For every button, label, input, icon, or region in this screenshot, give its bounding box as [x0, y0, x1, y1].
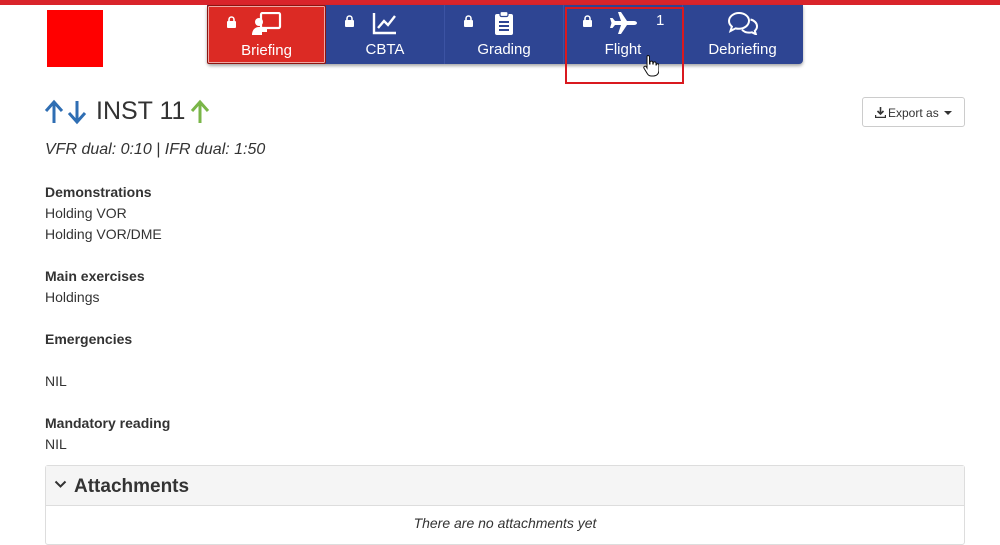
page-title: INST 11 [96, 97, 186, 125]
section-heading-main-exercises: Main exercises [45, 268, 145, 284]
tab-label: CBTA [365, 41, 405, 58]
attachments-panel: Attachments There are no attachments yet [45, 465, 965, 545]
section-heading-emergencies: Emergencies [45, 331, 133, 347]
chart-line-icon [326, 11, 444, 35]
attachments-panel-header[interactable]: Attachments [46, 466, 964, 506]
attachments-title: Attachments [74, 476, 190, 497]
clipboard-icon [445, 11, 563, 35]
tab-grading[interactable]: Grading [445, 5, 564, 64]
tab-briefing[interactable]: Briefing [207, 5, 326, 64]
tab-label: Debriefing [708, 41, 777, 58]
section-heading-mandatory-reading: Mandatory reading [45, 415, 171, 431]
tab-cbta[interactable]: CBTA [326, 5, 445, 64]
lesson-duration: VFR dual: 0:10 | IFR dual: 1:50 [45, 141, 266, 158]
hand-pointer-icon [643, 54, 659, 77]
download-icon [875, 107, 886, 118]
list-item: Holding VOR/DME [45, 226, 162, 242]
tab-label: Briefing [241, 42, 292, 59]
reorder-arrows-icon[interactable] [44, 99, 88, 125]
tab-debriefing[interactable]: Debriefing [683, 5, 802, 64]
attachments-empty-text: There are no attachments yet [413, 515, 597, 531]
presentation-icon [208, 12, 325, 36]
chevron-down-icon [54, 480, 67, 488]
export-button[interactable]: Export as [862, 97, 965, 127]
list-item: Holdings [45, 289, 100, 305]
section-heading-demonstrations: Demonstrations [45, 184, 152, 200]
arrow-up-icon[interactable] [190, 99, 210, 125]
flight-tab-highlight [565, 7, 684, 84]
tab-label: Grading [477, 41, 531, 58]
list-item: NIL [45, 436, 67, 452]
logo [47, 10, 103, 67]
export-label: Export as [888, 106, 939, 120]
phase-tabs: Briefing CBTA Grading 1 Flight Debriefin… [207, 5, 803, 64]
list-item: NIL [45, 373, 67, 389]
comments-icon [683, 11, 802, 35]
list-item: Holding VOR [45, 205, 127, 221]
caret-down-icon [944, 111, 952, 115]
